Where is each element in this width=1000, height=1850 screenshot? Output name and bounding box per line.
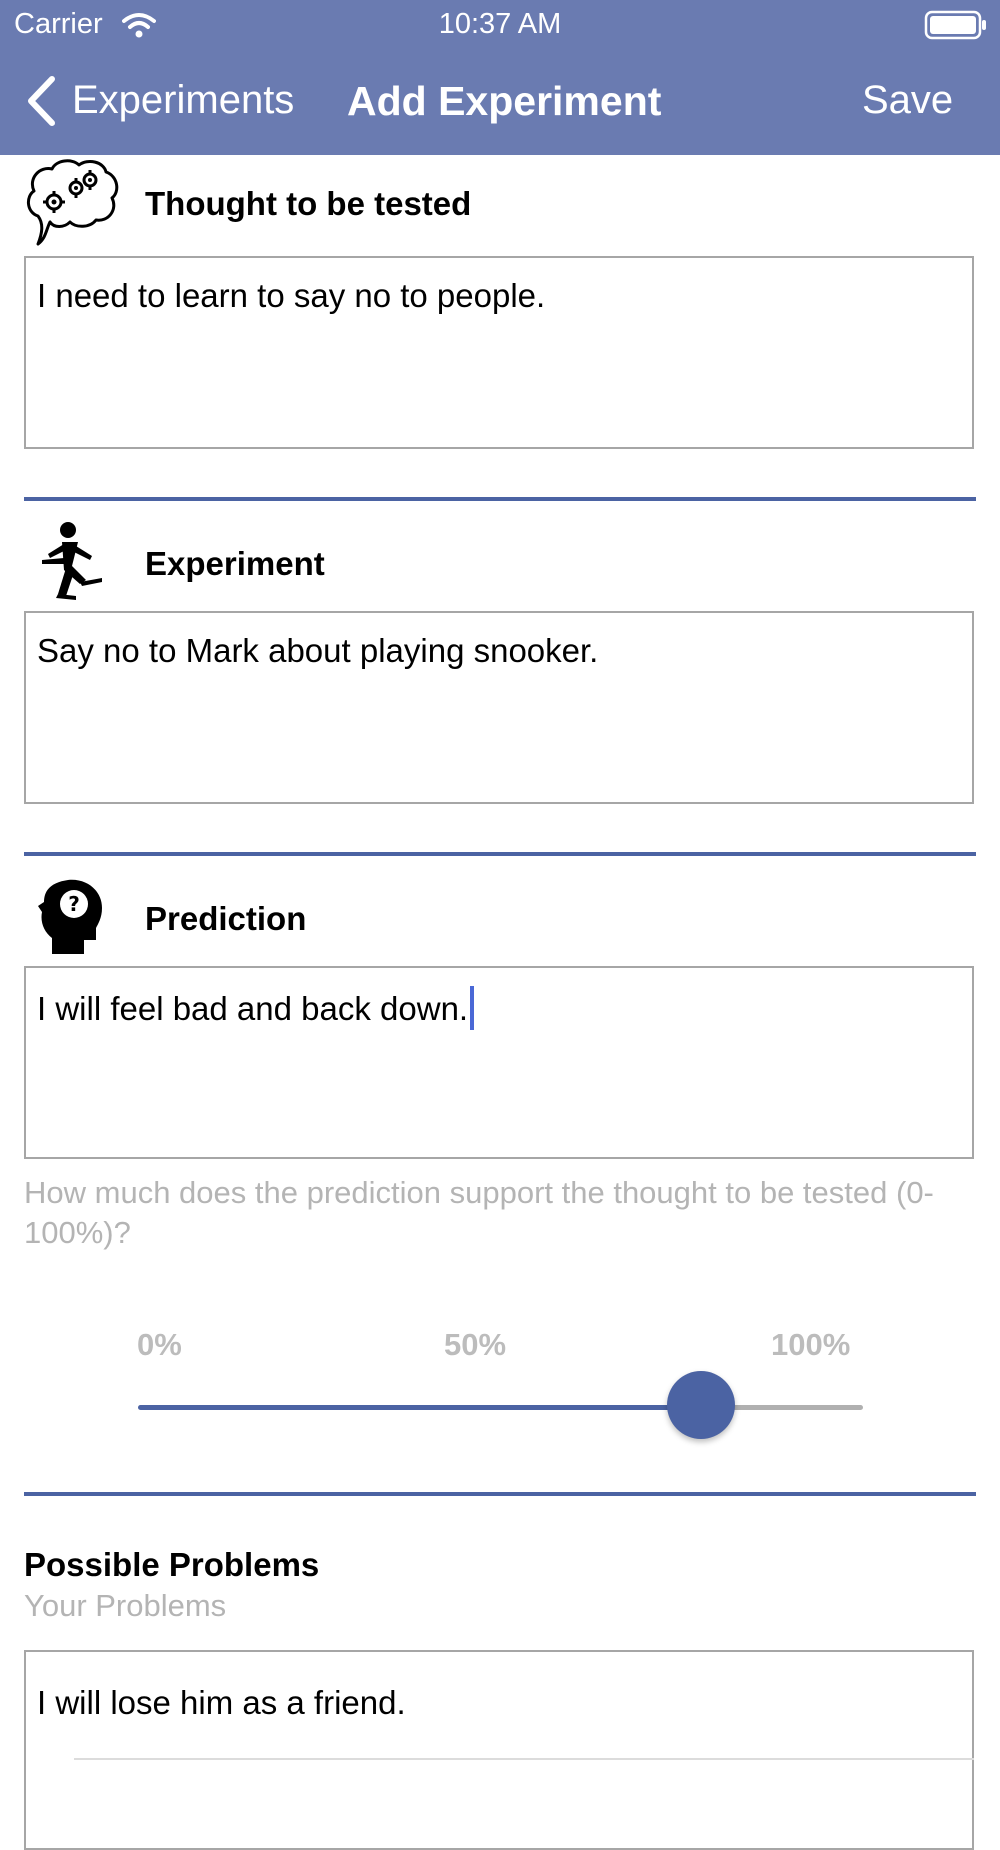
support-slider-thumb[interactable] [667, 1371, 735, 1439]
running-person-icon [36, 520, 108, 605]
section-divider [24, 497, 976, 501]
head-question-icon: ? [38, 878, 108, 961]
svg-text:?: ? [68, 892, 80, 916]
list-separator [74, 1758, 974, 1760]
status-time: 10:37 AM [438, 8, 562, 40]
thought-input-text: I need to learn to say no to people. [37, 277, 546, 314]
slider-tick-100: 100% [771, 1327, 851, 1362]
battery-icon [924, 10, 988, 45]
navigation-header: Carrier 10:37 AM Experiments Add Experim… [0, 0, 1000, 155]
brain-gears-icon [24, 158, 120, 251]
experiment-input[interactable]: Say no to Mark about playing snooker. [24, 611, 974, 804]
experiment-input-text: Say no to Mark about playing snooker. [37, 632, 599, 669]
text-cursor [470, 986, 475, 1030]
prediction-input[interactable]: I will feel bad and back down. [24, 966, 974, 1159]
thought-input[interactable]: I need to learn to say no to people. [24, 256, 974, 449]
section-divider [24, 1492, 976, 1496]
slider-tick-0: 0% [137, 1327, 182, 1362]
back-button[interactable]: Experiments [72, 78, 294, 123]
experiment-heading: Experiment [145, 545, 325, 582]
slider-tick-50: 50% [444, 1327, 507, 1362]
prediction-heading: Prediction [145, 900, 307, 937]
chevron-left-icon[interactable] [26, 76, 56, 131]
problems-heading: Possible Problems [24, 1546, 320, 1583]
thought-heading: Thought to be tested [145, 185, 472, 222]
support-question: How much does the prediction support the… [24, 1175, 934, 1250]
prediction-input-text: I will feel bad and back down. [37, 990, 469, 1027]
page-title: Add Experiment [347, 78, 662, 124]
problem-item[interactable]: I will lose him as a friend. [37, 1684, 406, 1722]
problems-subtitle: Your Problems [24, 1588, 227, 1623]
problems-list: I will lose him as a friend. [24, 1650, 974, 1850]
section-divider [24, 852, 976, 856]
slider-track-filled[interactable] [138, 1405, 701, 1410]
save-button[interactable]: Save [862, 78, 953, 123]
